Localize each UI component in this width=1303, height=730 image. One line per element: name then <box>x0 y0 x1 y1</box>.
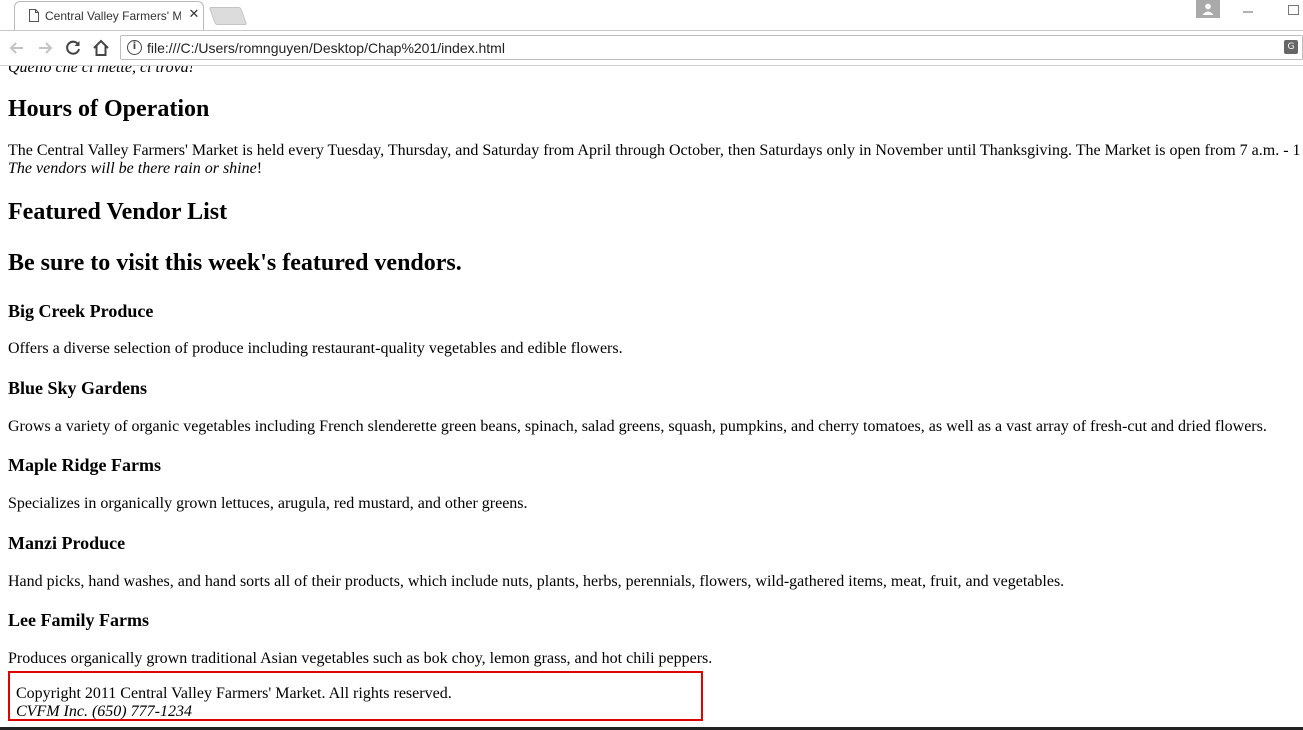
footer-highlight-box: Copyright 2011 Central Valley Farmers' M… <box>8 671 703 721</box>
footer-copyright: Copyright 2011 Central Valley Farmers' M… <box>16 685 452 702</box>
page-viewport: Quello che ci mette, ci trova! Hours of … <box>0 66 1303 730</box>
vendor-desc: Hand picks, hand washes, and hand sorts … <box>8 573 1065 590</box>
profile-button[interactable] <box>1196 0 1220 18</box>
vendor-desc: Produces organically grown traditional A… <box>8 650 713 667</box>
minimize-button[interactable] <box>1242 0 1258 22</box>
tab-title: Central Valley Farmers' M <box>45 9 181 23</box>
user-icon <box>1202 3 1214 15</box>
vendor-desc: Offers a diverse selection of produce in… <box>8 340 623 357</box>
address-bar[interactable]: i file:///C:/Users/romnguyen/Desktop/Cha… <box>120 35 1303 60</box>
hours-text: The Central Valley Farmers' Market is he… <box>8 142 1301 159</box>
translate-icon[interactable]: G <box>1284 40 1298 54</box>
vendor-name: Maple Ridge Farms <box>8 455 161 475</box>
vendor-subheading: Be sure to visit this week's featured ve… <box>8 250 462 276</box>
restore-button[interactable] <box>1288 5 1299 15</box>
vendor-desc: Grows a variety of organic vegetables in… <box>8 418 1267 435</box>
back-arrow-icon[interactable] <box>6 37 28 59</box>
tab-strip: Central Valley Farmers' M ✕ <box>0 0 1303 31</box>
motto-text: Quello che ci mette, ci trova! <box>8 66 194 76</box>
vendor-name: Manzi Produce <box>8 533 126 553</box>
hours-italic: The vendors will be there rain or shine <box>8 160 257 177</box>
close-icon[interactable]: ✕ <box>187 7 201 23</box>
vendor-desc: Specializes in organically grown lettuce… <box>8 495 528 512</box>
reload-icon[interactable] <box>62 37 84 59</box>
vendor-heading: Featured Vendor List <box>8 199 228 225</box>
url-text[interactable]: file:///C:/Users/romnguyen/Desktop/Chap%… <box>147 40 505 56</box>
document-icon <box>29 9 39 22</box>
home-icon[interactable] <box>90 37 112 59</box>
forward-arrow-icon[interactable] <box>34 37 56 59</box>
browser-tab[interactable]: Central Valley Farmers' M ✕ <box>14 1 204 30</box>
hours-heading: Hours of Operation <box>8 96 210 122</box>
vendor-name: Blue Sky Gardens <box>8 378 148 398</box>
footer-contact: CVFM Inc. (650) 777-1234 <box>16 703 192 720</box>
info-icon[interactable]: i <box>127 40 142 55</box>
vendor-name: Big Creek Produce <box>8 301 154 321</box>
hours-exclaim: ! <box>256 160 263 177</box>
new-tab-button[interactable] <box>208 7 248 25</box>
vendor-name: Lee Family Farms <box>8 610 149 630</box>
minimize-icon <box>1243 11 1253 13</box>
hours-note: The vendors will be there rain or shine! <box>8 160 262 178</box>
browser-toolbar: i file:///C:/Users/romnguyen/Desktop/Cha… <box>0 31 1303 66</box>
